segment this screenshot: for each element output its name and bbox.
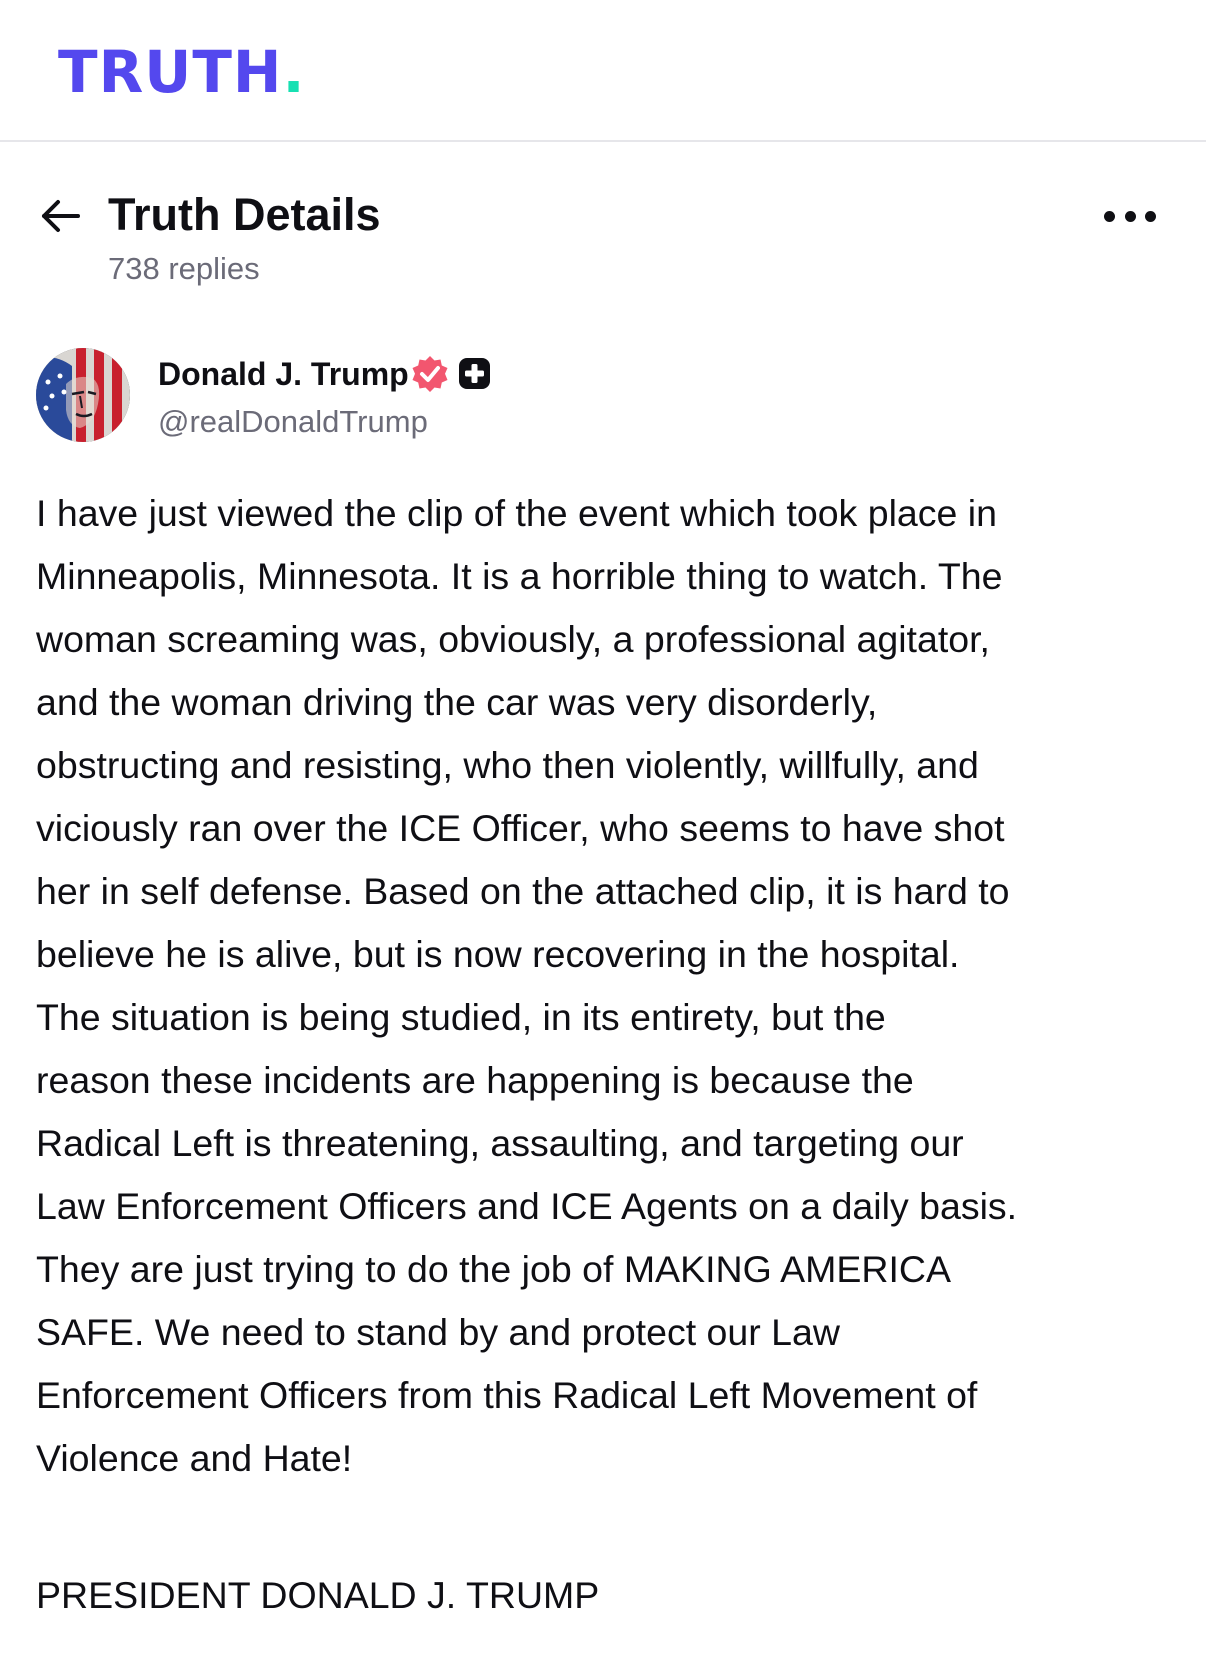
- reply-count: 738 replies: [108, 251, 260, 286]
- top-bar: TRUTH.: [0, 0, 1206, 142]
- logo-text: TRUTH: [58, 38, 283, 106]
- more-dot: [1145, 210, 1156, 222]
- more-options-button[interactable]: [1104, 198, 1156, 234]
- author-name[interactable]: Donald J. Trump: [158, 354, 409, 394]
- post-signature: PRESIDENT DONALD J. TRUMP: [36, 1574, 600, 1616]
- verified-badge-icon: [410, 354, 450, 394]
- back-button[interactable]: [40, 194, 84, 238]
- more-dot: [1124, 210, 1136, 222]
- post-body: I have just viewed the clip of the event…: [36, 492, 1018, 1479]
- details-header: Truth Details 738 replies: [0, 180, 1206, 290]
- plus-badge-icon: [458, 357, 491, 390]
- truth-logo[interactable]: TRUTH.: [58, 38, 305, 106]
- logo-dot: .: [282, 38, 306, 106]
- flag-portrait-avatar: [36, 348, 130, 442]
- post-author: Donald J. Trump @realDonaldTrump: [36, 348, 1136, 448]
- avatar[interactable]: [36, 348, 130, 442]
- more-horizontal-icon: [1104, 210, 1115, 222]
- arrow-left-icon: [42, 200, 80, 232]
- page-title: Truth Details: [108, 189, 381, 240]
- author-handle[interactable]: @realDonaldTrump: [158, 402, 428, 442]
